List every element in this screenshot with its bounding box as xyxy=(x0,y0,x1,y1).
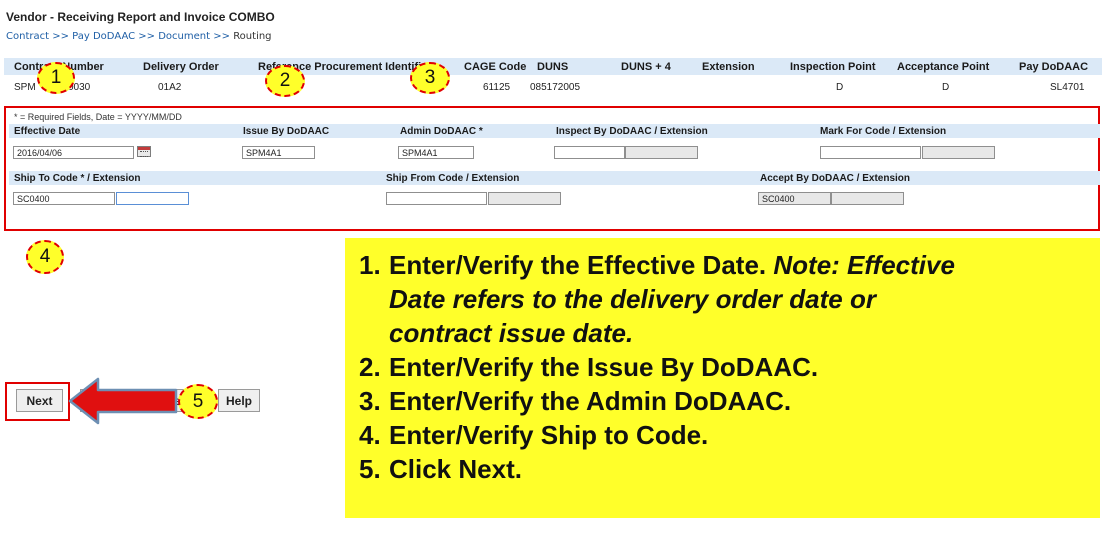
step-marker-4: 4 xyxy=(26,240,64,274)
required-fields-note: * = Required Fields, Date = YYYY/MM/DD xyxy=(14,112,182,122)
breadcrumb-separator: >> xyxy=(138,31,156,42)
column-duns-plus-4: DUNS + 4 xyxy=(621,61,671,73)
cell-cage-code: 61125 xyxy=(483,82,511,93)
mark-for-extension-input[interactable] xyxy=(922,146,995,159)
arrow-left-icon xyxy=(68,377,178,425)
column-pay-dodaac: Pay DoDAAC xyxy=(1019,61,1089,73)
admin-dodaac-label: Admin DoDAAC * xyxy=(400,126,483,137)
cell-delivery-order: 01A2 xyxy=(158,82,182,93)
breadcrumb-contract[interactable]: Contract xyxy=(6,31,49,42)
step-marker-3: 3 xyxy=(410,62,450,94)
instruction-item-5: 5. Click Next. xyxy=(359,454,522,484)
column-cage-code: CAGE Code xyxy=(464,61,527,73)
ship-from-code-input[interactable] xyxy=(386,192,487,205)
ship-to-code-label: Ship To Code * / Extension xyxy=(14,173,141,184)
instruction-item-2: 2. Enter/Verify the Issue By DoDAAC. xyxy=(359,352,819,382)
mark-for-code-input[interactable] xyxy=(820,146,921,159)
step-marker-5: 5 xyxy=(178,384,218,419)
step-marker-1: 1 xyxy=(37,62,75,94)
column-acceptance-point: Acceptance Point xyxy=(897,61,990,73)
instruction-item-1-note-line-2: Date refers to the delivery order date o… xyxy=(389,284,876,314)
instruction-item-3: 3. Enter/Verify the Admin DoDAAC. xyxy=(359,386,792,416)
ship-from-extension-input[interactable] xyxy=(488,192,561,205)
ship-to-extension-input[interactable] xyxy=(116,192,189,205)
instruction-item-1: 1. Enter/Verify the Effective Date. Note:… xyxy=(359,250,955,280)
cell-duns: 085172005 xyxy=(530,82,581,93)
effective-date-input[interactable] xyxy=(13,146,134,159)
issue-by-dodaac-label: Issue By DoDAAC xyxy=(243,126,330,137)
cell-acceptance-point: D xyxy=(942,82,950,93)
breadcrumb: Contract >> Pay DoDAAC >> Document >> Ro… xyxy=(6,31,272,42)
column-duns: DUNS xyxy=(537,61,569,73)
help-button[interactable]: Help xyxy=(218,389,260,412)
issue-by-dodaac-input[interactable] xyxy=(242,146,315,159)
accept-by-dodaac-label: Accept By DoDAAC / Extension xyxy=(760,173,911,184)
admin-dodaac-input[interactable] xyxy=(398,146,474,159)
cell-pay-dodaac: SL4701 xyxy=(1050,82,1085,93)
column-extension: Extension xyxy=(702,61,755,73)
cell-inspection-point: D xyxy=(836,82,844,93)
column-delivery-order: Delivery Order xyxy=(143,61,219,73)
ship-to-code-input[interactable] xyxy=(13,192,115,205)
routing-label-row-2 xyxy=(9,171,1100,185)
accept-by-dodaac-input[interactable] xyxy=(758,192,831,205)
next-button[interactable]: Next xyxy=(16,389,63,412)
instruction-item-4: 4. Enter/Verify Ship to Code. xyxy=(359,420,709,450)
step-marker-2: 2 xyxy=(265,65,305,97)
effective-date-label: Effective Date xyxy=(14,126,81,137)
instructions-callout: 1. Enter/Verify the Effective Date. Note:… xyxy=(345,238,1100,518)
column-inspection-point: Inspection Point xyxy=(790,61,876,73)
breadcrumb-pay-dodaac[interactable]: Pay DoDAAC xyxy=(72,31,135,42)
inspect-by-extension-input[interactable] xyxy=(625,146,698,159)
header-table-row: Contract Number Delivery Order Reference… xyxy=(4,58,1102,75)
ship-from-code-label: Ship From Code / Extension xyxy=(386,173,520,184)
breadcrumb-separator: >> xyxy=(213,31,230,42)
breadcrumb-document[interactable]: Document xyxy=(158,31,210,42)
mark-for-code-label: Mark For Code / Extension xyxy=(820,126,947,137)
page-title: Vendor - Receiving Report and Invoice CO… xyxy=(6,10,275,24)
breadcrumb-routing: Routing xyxy=(233,31,272,42)
inspect-by-dodaac-label: Inspect By DoDAAC / Extension xyxy=(556,126,708,137)
breadcrumb-separator: >> xyxy=(52,31,69,42)
instruction-item-1-note-line-3: contract issue date. xyxy=(389,318,634,348)
inspect-by-dodaac-input[interactable] xyxy=(554,146,625,159)
cell-contract-number-start: SPM xyxy=(14,82,36,93)
accept-by-extension-input[interactable] xyxy=(831,192,904,205)
calendar-icon[interactable] xyxy=(137,146,151,157)
